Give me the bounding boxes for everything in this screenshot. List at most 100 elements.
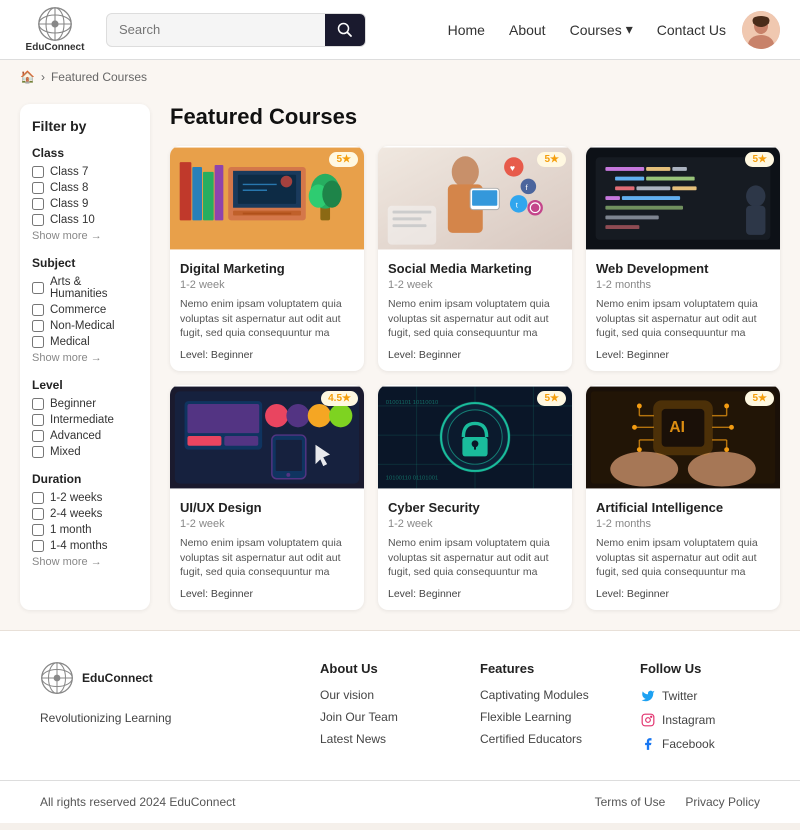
duration-show-more[interactable]: Show more →	[32, 556, 138, 568]
footer-col-about: About Us Our vision Join Our Team Latest…	[320, 661, 440, 760]
nav-about[interactable]: About	[509, 22, 546, 38]
footer-latest-news[interactable]: Latest News	[320, 732, 440, 746]
course-description: Nemo enim ipsam voluptatem quia voluptas…	[596, 536, 770, 580]
course-description: Nemo enim ipsam voluptatem quia voluptas…	[180, 297, 354, 341]
filter-subject-label: Subject	[32, 256, 138, 270]
page-title: Featured Courses	[170, 104, 780, 130]
course-name: UI/UX Design	[180, 500, 354, 515]
footer-brand: EduConnect Revolutionizing Learning	[40, 661, 180, 760]
filter-duration-1-2weeks[interactable]: 1-2 weeks	[32, 492, 138, 504]
breadcrumb: 🏠 › Featured Courses	[0, 60, 800, 94]
header: EduConnect Home About Courses ▾ Contact …	[0, 0, 800, 60]
filter-level-beginner[interactable]: Beginner	[32, 398, 138, 410]
search-input[interactable]	[107, 15, 325, 44]
subject-show-more[interactable]: Show more →	[32, 352, 138, 364]
footer-logo-icon	[40, 661, 74, 695]
footer-our-vision[interactable]: Our vision	[320, 688, 440, 702]
footer: EduConnect Revolutionizing Learning Abou…	[0, 630, 800, 823]
footer-terms[interactable]: Terms of Use	[595, 795, 666, 809]
course-description: Nemo enim ipsam voluptatem quia voluptas…	[596, 297, 770, 341]
logo[interactable]: EduConnect	[20, 6, 90, 53]
filter-class-label: Class	[32, 146, 138, 160]
course-card[interactable]: AI 5★ Artificial Intelligence 1-2 months…	[586, 385, 780, 610]
filter-duration-1month[interactable]: 1 month	[32, 524, 138, 536]
logo-text: EduConnect	[26, 42, 85, 53]
course-duration: 1-2 week	[180, 518, 354, 530]
footer-tagline: Revolutionizing Learning	[40, 711, 171, 725]
class-show-more[interactable]: Show more →	[32, 230, 138, 242]
course-level: Level: Beginner	[180, 349, 354, 361]
filter-level-advanced[interactable]: Advanced	[32, 430, 138, 442]
footer-facebook[interactable]: Facebook	[640, 736, 760, 752]
filter-level-label: Level	[32, 378, 138, 392]
course-level: Level: Beginner	[180, 588, 354, 600]
course-description: Nemo enim ipsam voluptatem quia voluptas…	[180, 536, 354, 580]
rating-badge: 5★	[745, 391, 774, 406]
footer-privacy[interactable]: Privacy Policy	[685, 795, 760, 809]
course-level: Level: Beginner	[596, 588, 770, 600]
course-level: Level: Beginner	[388, 588, 562, 600]
footer-join-team[interactable]: Join Our Team	[320, 710, 440, 724]
course-duration: 1-2 week	[388, 279, 562, 291]
search-button[interactable]	[325, 14, 365, 46]
course-card[interactable]: 5★ Digital Marketing 1-2 week Nemo enim …	[170, 146, 364, 371]
rating-badge: 5★	[745, 152, 774, 167]
footer-flexible-learning[interactable]: Flexible Learning	[480, 710, 600, 724]
filter-duration-label: Duration	[32, 472, 138, 486]
footer-captivating-modules[interactable]: Captivating Modules	[480, 688, 600, 702]
filter-sidebar: Filter by Class Class 7 Class 8 Class 9 …	[20, 104, 150, 610]
filter-subject-nonmedical[interactable]: Non-Medical	[32, 320, 138, 332]
course-card[interactable]: 5★ Web Development 1-2 months Nemo enim …	[586, 146, 780, 371]
course-level: Level: Beginner	[596, 349, 770, 361]
course-duration: 1-2 week	[388, 518, 562, 530]
footer-twitter[interactable]: Twitter	[640, 688, 760, 704]
svg-text:01001101 10110010: 01001101 10110010	[386, 400, 438, 406]
filter-class-10[interactable]: Class 10	[32, 214, 138, 226]
user-avatar[interactable]	[742, 11, 780, 49]
breadcrumb-separator: ›	[41, 70, 45, 84]
twitter-icon	[640, 688, 656, 704]
course-description: Nemo enim ipsam voluptatem quia voluptas…	[388, 297, 562, 341]
filter-title: Filter by	[32, 118, 138, 134]
filter-class-8[interactable]: Class 8	[32, 182, 138, 194]
footer-instagram[interactable]: Instagram	[640, 712, 760, 728]
breadcrumb-current: Featured Courses	[51, 70, 147, 84]
main-content: Filter by Class Class 7 Class 8 Class 9 …	[0, 94, 800, 630]
main-nav: Home About Courses ▾ Contact Us	[448, 21, 726, 38]
footer-certified-educators[interactable]: Certified Educators	[480, 732, 600, 746]
footer-features-title: Features	[480, 661, 600, 676]
filter-subject-medical[interactable]: Medical	[32, 336, 138, 348]
avatar-image	[742, 11, 780, 49]
footer-bottom-links: Terms of Use Privacy Policy	[595, 795, 760, 809]
footer-about-title: About Us	[320, 661, 440, 676]
filter-duration-2-4weeks[interactable]: 2-4 weeks	[32, 508, 138, 520]
courses-content: Featured Courses 5★ Digital Marketing 1	[170, 104, 780, 610]
filter-level-mixed[interactable]: Mixed	[32, 446, 138, 458]
search-icon	[337, 22, 353, 38]
facebook-icon	[640, 736, 656, 752]
footer-main: EduConnect Revolutionizing Learning Abou…	[0, 630, 800, 780]
course-name: Digital Marketing	[180, 261, 354, 276]
nav-home[interactable]: Home	[448, 22, 485, 38]
filter-class-7[interactable]: Class 7	[32, 166, 138, 178]
filter-subject-commerce[interactable]: Commerce	[32, 304, 138, 316]
course-name: Social Media Marketing	[388, 261, 562, 276]
course-card[interactable]: ♥ f t 5★ Social Media Marketing 1-2 week…	[378, 146, 572, 371]
instagram-icon	[640, 712, 656, 728]
course-duration: 1-2 months	[596, 518, 770, 530]
filter-level-intermediate[interactable]: Intermediate	[32, 414, 138, 426]
home-icon[interactable]: 🏠	[20, 70, 35, 84]
svg-text:10100110 01101001: 10100110 01101001	[386, 476, 438, 482]
filter-subject-arts[interactable]: Arts & Humanities	[32, 276, 138, 300]
svg-text:AI: AI	[669, 419, 685, 436]
filter-group-duration: Duration 1-2 weeks 2-4 weeks 1 month 1-4…	[32, 472, 138, 568]
course-duration: 1-2 months	[596, 279, 770, 291]
filter-duration-1-4months[interactable]: 1-4 months	[32, 540, 138, 552]
nav-courses[interactable]: Courses ▾	[570, 21, 633, 38]
nav-contact[interactable]: Contact Us	[657, 22, 726, 38]
filter-class-9[interactable]: Class 9	[32, 198, 138, 210]
filter-group-subject: Subject Arts & Humanities Commerce Non-M…	[32, 256, 138, 364]
course-card[interactable]: 4.5★ UI/UX Design 1-2 week Nemo enim ips…	[170, 385, 364, 610]
course-card[interactable]: 01001101 10110010 10100110 01101001 5★ C…	[378, 385, 572, 610]
courses-grid: 5★ Digital Marketing 1-2 week Nemo enim …	[170, 146, 780, 610]
